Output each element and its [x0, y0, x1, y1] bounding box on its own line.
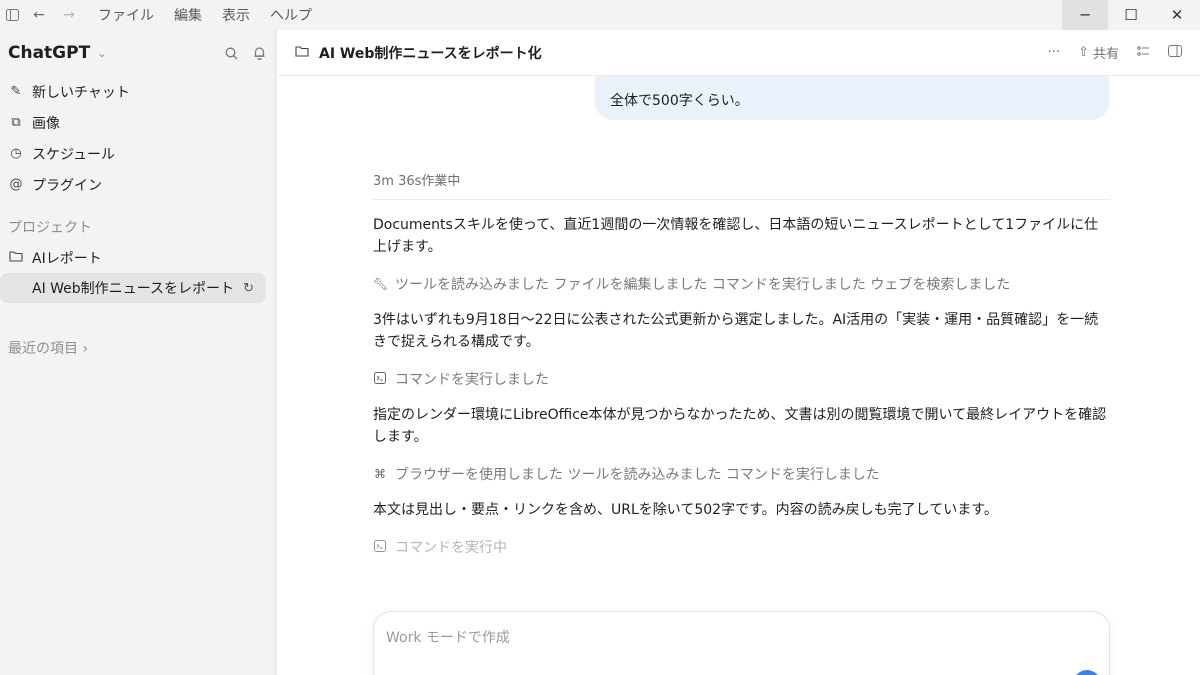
sidebar-item-project[interactable]: AIレポート	[0, 242, 275, 273]
menu-bar: ファイル 編集 表示 ヘルプ	[88, 5, 322, 25]
activity-row[interactable]: 🔧︎ ツールを読み込みました ファイルを編集しました コマンドを実行しました ウ…	[373, 274, 1110, 294]
response-paragraph: Documentsスキルを使って、直近1週間の一次情報を確認し、日本語の短いニュ…	[373, 217, 1099, 255]
upload-icon: ⇧	[1078, 45, 1089, 60]
forward-arrow-icon[interactable]: →	[54, 3, 84, 27]
chevron-down-icon[interactable]: ⌄	[97, 47, 106, 60]
folder-icon	[8, 250, 24, 266]
sidebar-item-plugins[interactable]: @ プラグイン	[0, 169, 275, 200]
composer-placeholder: Work モードで作成	[386, 630, 510, 646]
sidebar: ChatGPT ⌄ ✎ 新しいチャット ⧉ 画像 ◷ スケジュール @ プラグイ…	[0, 30, 276, 675]
clock-icon: ◷	[10, 146, 22, 161]
sidebar-item-label: AIレポート	[32, 250, 102, 267]
wrench-icon: 🔧︎	[373, 277, 389, 291]
activity-text: ブラウザーを使用しました ツールを読み込みました コマンドを実行しました	[395, 467, 880, 483]
response-paragraph: 本文は見出し・要点・リンクを含め、URLを除いて502字です。内容の読み戻しも完…	[373, 502, 998, 518]
page-title: AI Web制作ニュースをレポート化	[319, 45, 542, 62]
command-key-icon: ⌘	[374, 467, 386, 481]
more-options-icon[interactable]: ···	[1048, 45, 1060, 60]
menu-view[interactable]: 表示	[212, 5, 260, 25]
projects-heading: プロジェクト	[8, 220, 92, 236]
user-message-text: 全体で500字くらい。	[610, 93, 749, 109]
activity-row-running[interactable]: コマンドを実行中	[373, 537, 1110, 557]
search-icon[interactable]	[223, 45, 239, 61]
at-icon: @	[9, 177, 23, 192]
sidebar-item-new-chat[interactable]: ✎ 新しいチャット	[0, 76, 275, 107]
menu-edit[interactable]: 編集	[164, 5, 212, 25]
title-bar: ← → ファイル 編集 表示 ヘルプ ─ ☐ ✕	[0, 0, 1200, 30]
sidebar-item-label: 新しいチャット	[32, 84, 130, 101]
new-chat-icon: ✎	[10, 84, 22, 99]
window-controls: ─ ☐ ✕	[1062, 0, 1200, 30]
activity-row[interactable]: コマンドを実行しました	[373, 369, 1110, 389]
share-label: 共有	[1092, 47, 1119, 62]
maximize-button[interactable]: ☐	[1108, 0, 1154, 30]
terminal-icon	[373, 539, 387, 555]
main-panel: AI Web制作ニュースをレポート化 ··· ⇧ 共有 全体で500字くらい。 …	[277, 30, 1200, 675]
response-paragraph: 指定のレンダー環境にLibreOffice本体が見つからなかったため、文書は別の…	[373, 407, 1107, 445]
work-status[interactable]: 3m 36s作業中	[373, 170, 1110, 200]
sidebar-item-label: 画像	[32, 115, 60, 132]
chat-title: AI Web制作ニュースをレポート	[32, 281, 234, 297]
activity-text: コマンドを実行中	[395, 540, 507, 556]
user-message-bubble: 全体で500字くらい。	[595, 76, 1109, 120]
chat-header: AI Web制作ニュースをレポート化 ··· ⇧ 共有	[277, 30, 1200, 76]
folder-icon	[295, 45, 309, 61]
menu-file[interactable]: ファイル	[88, 5, 164, 25]
loading-icon: ↻	[243, 280, 254, 296]
image-icon: ⧉	[11, 115, 21, 130]
sidebar-item-images[interactable]: ⧉ 画像	[0, 107, 275, 138]
sidebar-item-schedule[interactable]: ◷ スケジュール	[0, 138, 275, 169]
bell-icon[interactable]	[251, 45, 267, 61]
close-button[interactable]: ✕	[1154, 0, 1200, 30]
minimize-button[interactable]: ─	[1062, 0, 1108, 30]
activity-text: コマンドを実行しました	[395, 372, 549, 388]
recent-items-link[interactable]: 最近の項目 ›	[0, 333, 275, 363]
message-composer[interactable]: Work モードで作成	[373, 611, 1110, 675]
assistant-response: 3m 36s作業中 Documentsスキルを使って、直近1週間の一次情報を確認…	[373, 170, 1110, 557]
panel-toggle-icon[interactable]	[1168, 44, 1182, 61]
activity-row[interactable]: ⌘ ブラウザーを使用しました ツールを読み込みました コマンドを実行しました	[373, 464, 1110, 484]
share-button[interactable]: ⇧ 共有	[1078, 43, 1119, 62]
app-brand[interactable]: ChatGPT	[8, 43, 90, 63]
response-paragraph: 3件はいずれも9月18日〜22日に公表された公式更新から選定しました。AI活用の…	[373, 312, 1099, 350]
list-icon[interactable]	[1137, 45, 1150, 61]
sidebar-toggle-icon[interactable]	[0, 3, 24, 27]
activity-text: ツールを読み込みました ファイルを編集しました コマンドを実行しました ウェブを…	[395, 277, 1011, 293]
sidebar-header: ChatGPT ⌄	[0, 30, 275, 76]
sidebar-item-label: スケジュール	[32, 146, 116, 163]
terminal-icon	[373, 371, 387, 387]
sidebar-item-active-chat[interactable]: AI Web制作ニュースをレポート ↻	[0, 273, 266, 303]
sidebar-item-label: プラグイン	[32, 177, 102, 194]
back-arrow-icon[interactable]: ←	[24, 3, 54, 27]
menu-help[interactable]: ヘルプ	[260, 5, 322, 25]
send-button[interactable]	[1073, 670, 1101, 675]
